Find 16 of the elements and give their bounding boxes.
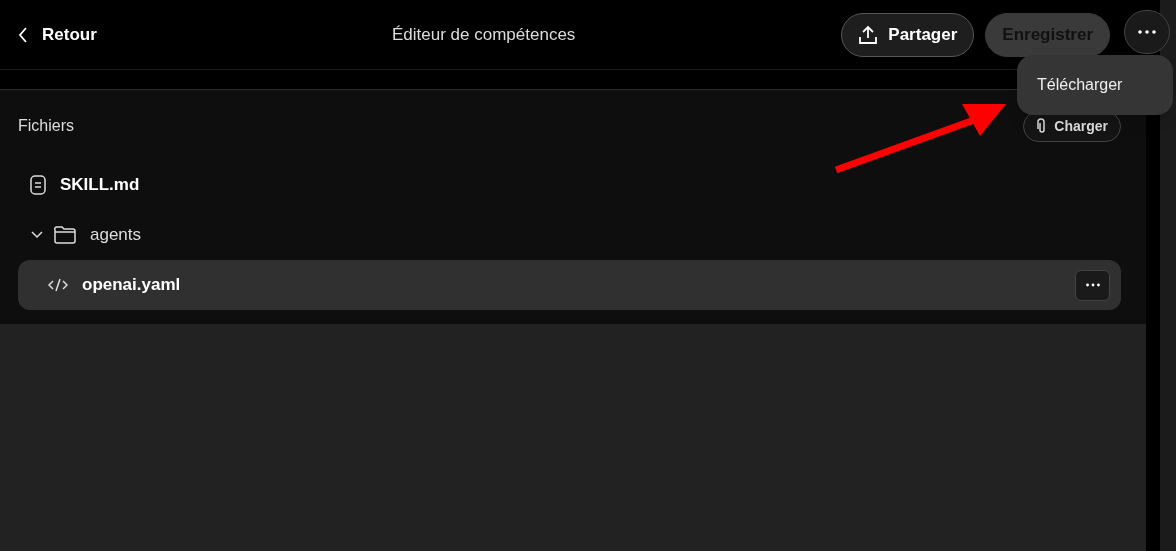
more-button[interactable] xyxy=(1124,10,1170,54)
row-more-button[interactable] xyxy=(1075,269,1110,301)
back-link[interactable]: Retour xyxy=(18,21,97,48)
share-button[interactable]: Partager xyxy=(841,12,975,57)
page-title: Éditeur de compétences xyxy=(392,23,576,46)
tree-item[interactable]: openai.yaml xyxy=(18,260,1121,310)
upload-icon xyxy=(858,24,879,45)
tree-item[interactable]: agents xyxy=(18,210,1121,260)
tree-item[interactable]: SKILL.md xyxy=(18,160,1121,210)
code-icon xyxy=(48,278,68,292)
more-icon xyxy=(1085,283,1100,287)
document-icon xyxy=(30,175,46,195)
back-icon xyxy=(18,26,28,43)
more-icon xyxy=(1138,30,1156,34)
section-title: Fichiers xyxy=(18,116,74,136)
folder-icon xyxy=(54,226,76,244)
